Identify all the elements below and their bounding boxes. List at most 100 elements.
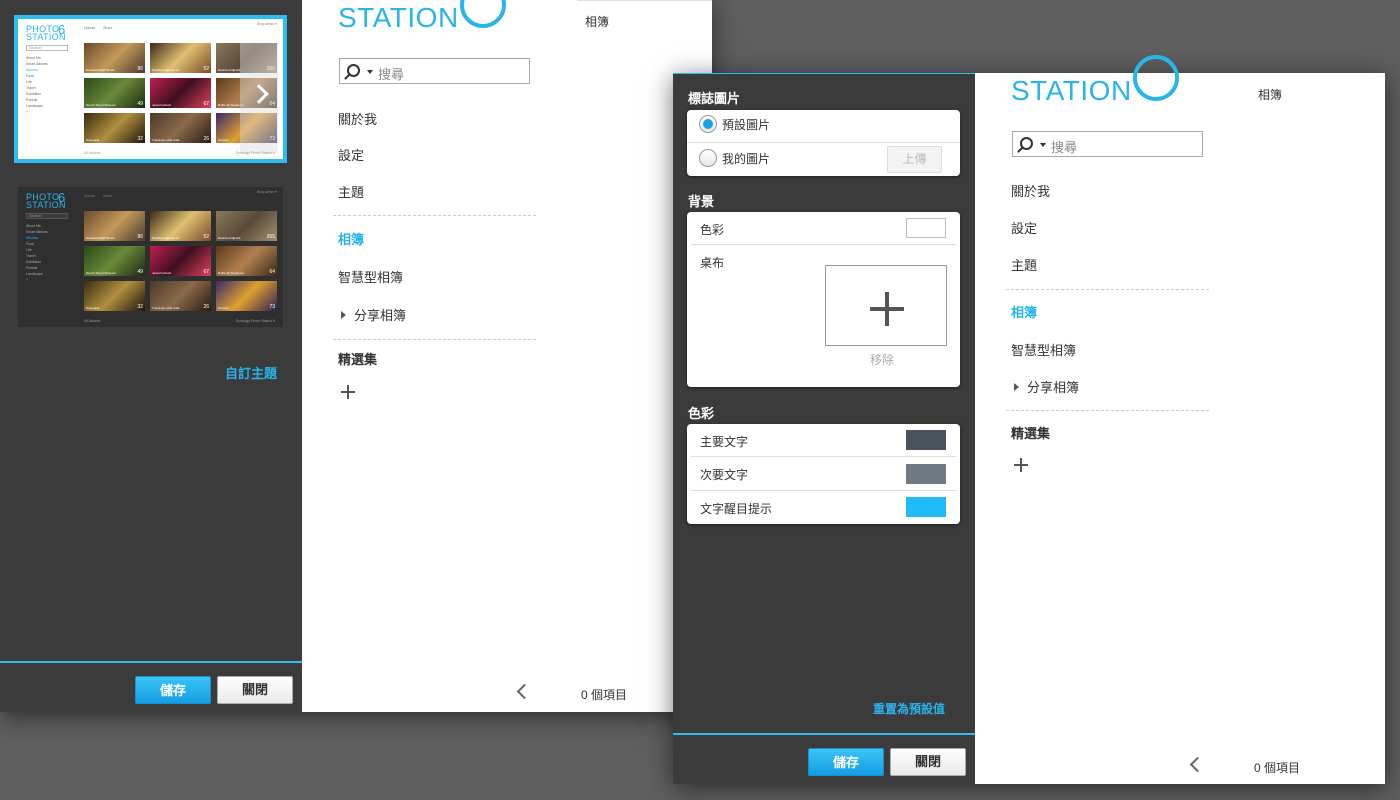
sidebar-item-collections[interactable]: 精選集 [1011, 423, 1050, 442]
expand-triangle-icon [341, 311, 346, 319]
sidebar-item-albums[interactable]: 相簿 [338, 229, 364, 248]
sidebar-item-smart-albums[interactable]: 智慧型相簿 [1011, 340, 1076, 359]
station-logo: STATION [338, 2, 459, 33]
theme-picker-panel: PHOTO STATION 6 Search About Me Smart Album… [0, 0, 302, 712]
background-card: 色彩 桌布 移除 [687, 212, 960, 387]
close-button[interactable]: 關閉 [890, 748, 966, 776]
bg-color-swatch[interactable] [906, 218, 946, 238]
sidebar-item-theme[interactable]: 主題 [338, 182, 364, 201]
thumb-logo: PHOTO STATION 6 [26, 190, 66, 210]
sidebar-item-collections[interactable]: 精選集 [338, 349, 377, 368]
sidebar-divider [333, 215, 536, 216]
my-image-row[interactable]: 我的圖片 上傳 [687, 143, 960, 176]
search-input[interactable]: 搜尋 [1012, 131, 1203, 157]
custom-theme-link[interactable]: 自訂主題 [225, 363, 277, 382]
primary-text-swatch[interactable] [906, 430, 946, 450]
sidebar-item-about[interactable]: 關於我 [338, 109, 377, 128]
front-theme-editor-window: 標誌圖片 預設圖片 我的圖片 上傳 背景 色彩 桌布 移除 色彩 主要文字 次要… [673, 55, 1385, 784]
panel-top-border [673, 73, 975, 74]
thumb-topright: Blog admin ▾ [256, 22, 277, 26]
thumb-footer-right: Synology Photo Station 6 [235, 151, 275, 155]
sidebar-item-theme[interactable]: 主題 [1011, 255, 1037, 274]
remove-tablecloth-link[interactable]: 移除 [870, 351, 894, 368]
bg-color-row: 色彩 [691, 212, 956, 245]
content-top-border [577, 0, 712, 1]
theme-editor-panel: 標誌圖片 預設圖片 我的圖片 上傳 背景 色彩 桌布 移除 色彩 主要文字 次要… [673, 73, 975, 784]
logo-image-title: 標誌圖片 [688, 91, 741, 106]
search-input[interactable]: 搜尋 [339, 58, 530, 84]
tablecloth-label: 桌布 [700, 256, 725, 270]
search-placeholder: 搜尋 [1051, 140, 1078, 155]
thumb-topright: Blog admin ▾ [256, 190, 277, 194]
sidebar-divider [1006, 289, 1209, 290]
logo-six-icon [1133, 55, 1179, 101]
logo-six-icon [460, 0, 506, 28]
close-button[interactable]: 關閉 [217, 676, 293, 704]
thumb-search: Search [26, 45, 68, 51]
search-icon [1020, 137, 1033, 150]
add-collection-icon[interactable] [341, 385, 355, 399]
thumb-next-arrow [240, 43, 278, 153]
save-button[interactable]: 儲存 [135, 676, 211, 704]
front-button-bar: 儲存 關閉 [673, 733, 975, 784]
highlight-text-swatch[interactable] [906, 497, 946, 517]
search-icon [347, 64, 360, 77]
add-collection-icon[interactable] [1014, 458, 1028, 472]
default-image-radio[interactable] [699, 115, 717, 133]
collapse-sidebar-icon[interactable] [516, 683, 533, 700]
sidebar-item-settings[interactable]: 設定 [1011, 218, 1037, 237]
sidebar-item-settings[interactable]: 設定 [338, 145, 364, 164]
sidebar-item-smart-albums[interactable]: 智慧型相簿 [338, 267, 403, 286]
tablecloth-dropzone[interactable] [825, 265, 947, 346]
colors-card: 主要文字 次要文字 文字醒目提示 [687, 424, 960, 524]
expand-triangle-icon [1014, 383, 1019, 391]
back-theme-window: PHOTO STATION 6 Search About Me Smart Album… [0, 0, 712, 712]
default-image-row[interactable]: 預設圖片 [687, 110, 960, 143]
thumb-toplinks: Upload Share [84, 194, 113, 198]
search-placeholder: 搜尋 [378, 67, 405, 82]
theme-thumbnail-dark[interactable]: PHOTO STATION 6 Search About Me Smart Album… [14, 183, 287, 331]
bg-color-label: 色彩 [700, 223, 725, 237]
back-button-bar: 儲存 關閉 [0, 661, 302, 711]
highlight-text-label: 文字醒目提示 [700, 502, 773, 516]
secondary-text-swatch[interactable] [906, 464, 946, 484]
my-image-radio[interactable] [699, 149, 717, 167]
logo-image-card: 預設圖片 我的圖片 上傳 [687, 110, 960, 176]
content-title: 相簿 [585, 15, 610, 29]
background-title: 背景 [688, 194, 715, 209]
add-tablecloth-icon [870, 292, 904, 326]
thumb-footer-left: 46 Albums [84, 151, 101, 155]
primary-text-row: 主要文字 [691, 424, 956, 457]
chevron-down-icon [1040, 143, 1046, 147]
item-count: 0 個項目 [1254, 761, 1301, 775]
primary-text-label: 主要文字 [700, 435, 749, 449]
sidebar-divider [1006, 410, 1209, 411]
thumb-footer-right: Synology Photo Station 6 [235, 319, 275, 323]
station-logo: STATION [1011, 75, 1132, 106]
thumb-nav: About Me Smart Albums Albums Food Life Trave… [26, 56, 48, 114]
my-image-label: 我的圖片 [722, 152, 771, 166]
thumb-toplinks: Upload Share [84, 26, 113, 30]
sidebar-item-albums[interactable]: 相簿 [1011, 302, 1037, 321]
secondary-text-label: 次要文字 [700, 468, 749, 482]
chevron-down-icon [367, 70, 373, 74]
thumb-footer-left: 46 Albums [84, 319, 101, 323]
secondary-text-row: 次要文字 [691, 457, 956, 491]
highlight-text-row: 文字醒目提示 [691, 491, 956, 524]
sidebar-divider [333, 339, 536, 340]
colors-title: 色彩 [688, 406, 715, 421]
thumb-nav: About Me Smart Albums Albums Food Life Trave… [26, 224, 48, 282]
content-title: 相簿 [1258, 88, 1283, 102]
sidebar-item-shared-albums[interactable]: 分享相簿 [341, 305, 406, 324]
reset-defaults-link[interactable]: 重置為預設值 [873, 700, 945, 717]
sidebar-item-about[interactable]: 關於我 [1011, 181, 1050, 200]
upload-button[interactable]: 上傳 [887, 146, 942, 173]
sidebar-item-shared-albums[interactable]: 分享相簿 [1014, 377, 1079, 396]
thumb-logo: PHOTO STATION 6 [26, 22, 66, 42]
item-count: 0 個項目 [581, 688, 628, 702]
thumb-album-grid: Dashboardd@Taiwan 86 Dashboard@Taiwan 52 D… [84, 211, 277, 311]
theme-thumbnail-light[interactable]: PHOTO STATION 6 Search About Me Smart Album… [14, 15, 287, 163]
collapse-sidebar-icon[interactable] [1189, 756, 1206, 773]
default-image-label: 預設圖片 [722, 118, 771, 132]
save-button[interactable]: 儲存 [808, 748, 884, 776]
